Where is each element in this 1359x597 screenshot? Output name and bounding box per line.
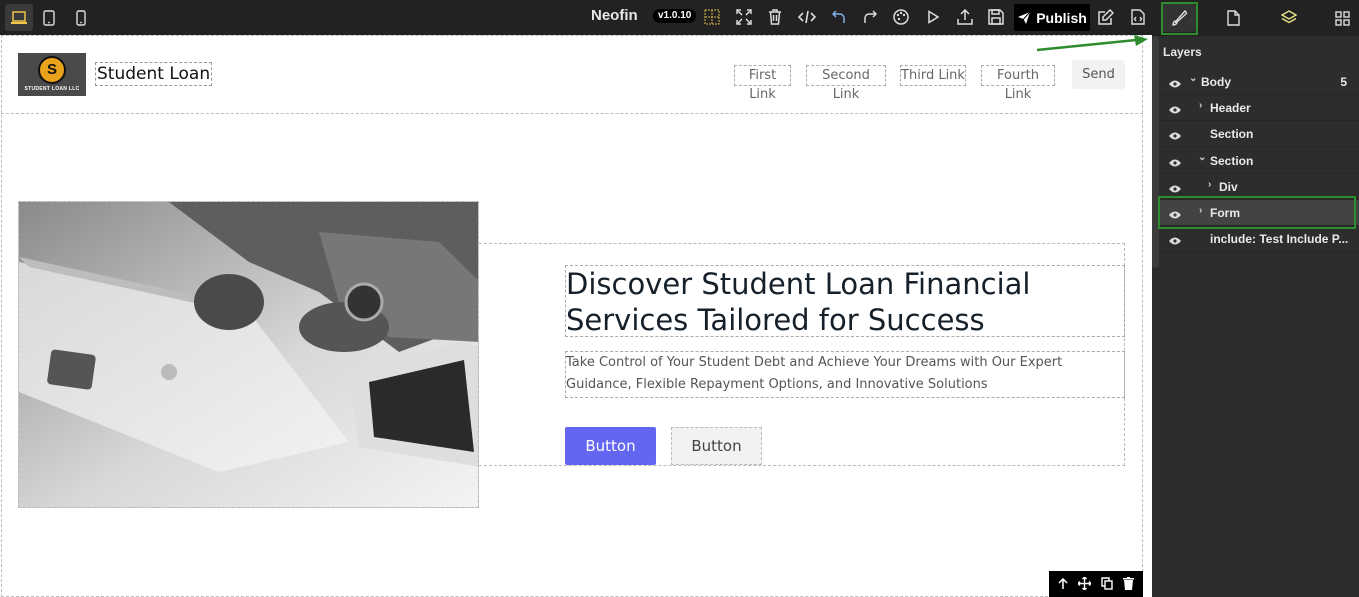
- grid-icon[interactable]: [701, 6, 723, 28]
- highlight-form-layer: [1158, 196, 1356, 229]
- version-badge: v1.0.10: [653, 9, 697, 23]
- edit-icon[interactable]: [1095, 6, 1117, 28]
- nav-link-first[interactable]: First Link: [734, 65, 791, 102]
- desktop-icon[interactable]: [5, 4, 33, 31]
- layer-name: Section: [1210, 127, 1254, 141]
- fullscreen-icon[interactable]: [733, 6, 755, 28]
- export-code-icon[interactable]: [1127, 6, 1149, 28]
- palette-icon[interactable]: [890, 6, 912, 28]
- eye-icon[interactable]: [1169, 234, 1181, 248]
- scrollbar[interactable]: [1152, 36, 1159, 268]
- layer-include[interactable]: include: Test Include P...: [1160, 226, 1359, 252]
- layer-name: Section: [1210, 154, 1254, 168]
- page-icon[interactable]: [1216, 4, 1250, 32]
- layer-name: Div: [1219, 180, 1238, 194]
- layer-count: 5: [1340, 75, 1347, 89]
- send-button[interactable]: Send: [1072, 60, 1125, 89]
- blocks-icon[interactable]: [1325, 4, 1359, 32]
- eye-icon[interactable]: [1169, 103, 1181, 117]
- layer-name: include: Test Include P...: [1210, 232, 1349, 246]
- brand-name: Neofin: [591, 7, 638, 24]
- layer-section-expanded[interactable]: ⌄ Section: [1160, 148, 1359, 174]
- editor-toolbar: Neofin v1.0.10 Publish: [0, 0, 1152, 35]
- layer-name: Body: [1201, 75, 1231, 89]
- hero-subtext[interactable]: Take Control of Your Student Debt and Ac…: [565, 351, 1125, 398]
- layers-panel: Layers ⌄ Body 5 › Header Section ⌄ Secti…: [1152, 36, 1359, 597]
- logo-text: STUDENT LOAN LLC: [24, 86, 80, 92]
- panel-title: Layers: [1163, 45, 1202, 59]
- arrow-up-icon[interactable]: [1058, 575, 1068, 594]
- eye-icon[interactable]: [1169, 77, 1181, 91]
- hero-image[interactable]: [18, 201, 479, 508]
- eye-icon[interactable]: [1169, 156, 1181, 170]
- nav-link-third[interactable]: Third Link: [900, 65, 966, 86]
- redo-icon[interactable]: [859, 6, 881, 28]
- hero-heading[interactable]: Discover Student Loan Financial Services…: [565, 265, 1125, 337]
- logo-emblem: S: [38, 56, 66, 84]
- move-icon[interactable]: [1077, 575, 1092, 594]
- primary-button[interactable]: Button: [565, 427, 656, 465]
- layer-section[interactable]: Section: [1160, 121, 1359, 147]
- layer-header[interactable]: › Header: [1160, 95, 1359, 121]
- chevron-right-icon[interactable]: ›: [1208, 179, 1211, 190]
- layers-icon[interactable]: [1272, 4, 1306, 32]
- play-icon[interactable]: [922, 6, 944, 28]
- delete-icon[interactable]: [1123, 575, 1134, 594]
- site-title[interactable]: Student Loan: [95, 62, 213, 86]
- component-toolbar: [1049, 571, 1143, 597]
- copy-icon[interactable]: [1101, 575, 1113, 594]
- annotation-arrow-icon: [1036, 35, 1148, 52]
- highlight-style-tab: [1161, 2, 1198, 35]
- site-logo[interactable]: S STUDENT LOAN LLC: [18, 53, 86, 96]
- layer-name: Header: [1210, 101, 1251, 115]
- eye-icon[interactable]: [1169, 129, 1181, 143]
- layer-body[interactable]: ⌄ Body 5: [1160, 69, 1359, 95]
- code-icon[interactable]: [796, 6, 818, 28]
- nav-link-second[interactable]: Second Link: [806, 65, 886, 102]
- editor-canvas[interactable]: S STUDENT LOAN LLC Student Loan First Li…: [0, 35, 1152, 597]
- secondary-button[interactable]: Button: [671, 427, 762, 465]
- chevron-right-icon[interactable]: ›: [1199, 100, 1202, 111]
- trash-icon[interactable]: [764, 6, 786, 28]
- chevron-down-icon[interactable]: ⌄: [1189, 73, 1197, 84]
- mobile-icon[interactable]: [67, 4, 95, 31]
- eye-icon[interactable]: [1169, 182, 1181, 196]
- publish-label: Publish: [1036, 9, 1087, 26]
- undo-icon[interactable]: [828, 6, 850, 28]
- chevron-down-icon[interactable]: ⌄: [1198, 152, 1206, 163]
- tablet-icon[interactable]: [35, 4, 63, 31]
- nav-link-fourth[interactable]: Fourth Link: [981, 65, 1055, 102]
- send-icon: [1018, 11, 1031, 24]
- save-icon[interactable]: [985, 6, 1007, 28]
- upload-icon[interactable]: [954, 6, 976, 28]
- publish-button[interactable]: Publish: [1014, 4, 1090, 31]
